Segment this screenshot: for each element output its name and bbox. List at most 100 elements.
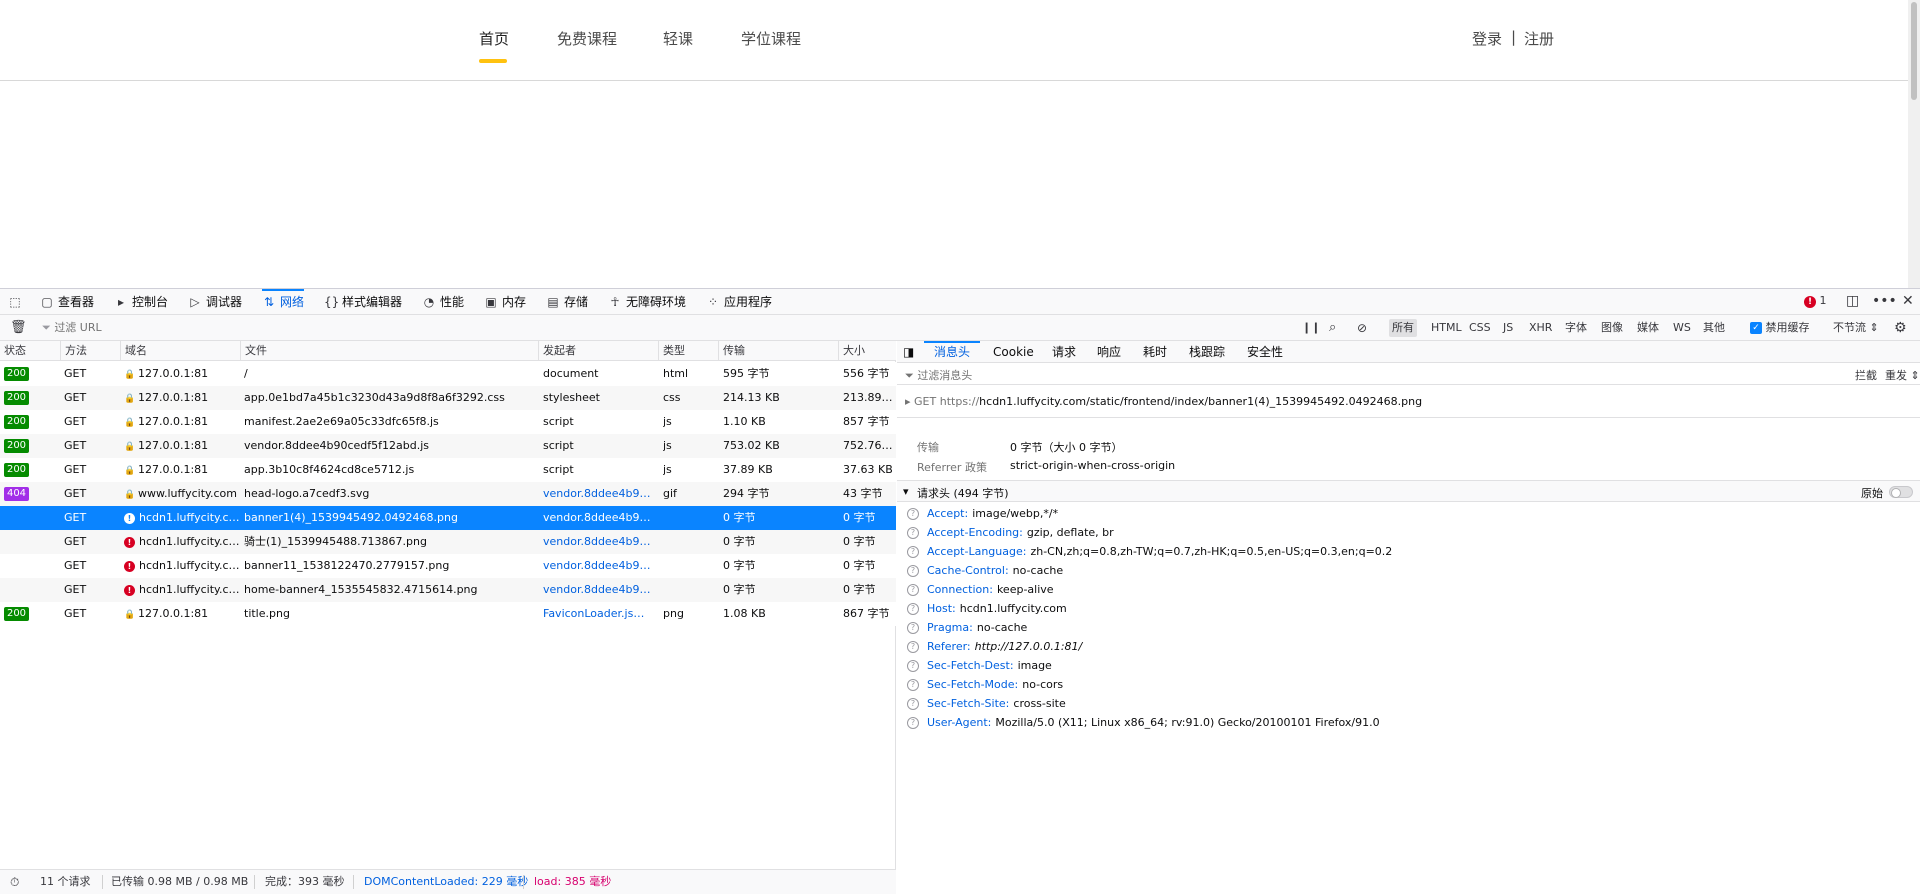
help-icon[interactable]: ? (907, 565, 919, 577)
element-picker-icon[interactable]: ⬚ (8, 289, 26, 315)
header-entry[interactable]: ? Sec-Fetch-Mode: no-cors (907, 678, 1063, 691)
help-icon[interactable]: ? (907, 660, 919, 672)
cell-initiator[interactable]: vendor.8ddee4b90cedf5f12abd.js (543, 530, 655, 554)
header-entry[interactable]: ? Accept: image/webp,*/* (907, 507, 1058, 520)
filter-other[interactable]: 其他 (1700, 319, 1728, 337)
request-row[interactable]: 404 GET 🔒 www.luffycity.com head-logo.a7cedf… (0, 482, 896, 506)
block-button[interactable]: 拦截 (1855, 367, 1877, 383)
header-entry[interactable]: ? Referer: http://127.0.0.1:81/ (907, 640, 1082, 653)
filter-css[interactable]: CSS (1466, 319, 1494, 337)
header-entry[interactable]: ? Connection: keep-alive (907, 583, 1054, 596)
cell-initiator[interactable]: document (543, 362, 655, 386)
login-link[interactable]: 登录 (1472, 28, 1502, 49)
tab-inspector[interactable]: ▢ 查看器 (40, 289, 94, 315)
tab-accessibility[interactable]: ☥ 无障碍环境 (608, 289, 687, 315)
nav-free-courses[interactable]: 免费课程 (557, 28, 617, 49)
col-initiator[interactable]: 发起者 (539, 341, 659, 361)
tab-timings[interactable]: 耗时 (1143, 341, 1167, 363)
cell-initiator[interactable]: vendor.8ddee4b90cedf5f12abd.js (543, 506, 655, 530)
request-row[interactable]: 200 GET 🔒 127.0.0.1:81 app.3b10c8f4624cd8ce5… (0, 458, 896, 482)
header-entry[interactable]: ? Host: hcdn1.luffycity.com (907, 602, 1067, 615)
help-icon[interactable]: ? (907, 679, 919, 691)
filter-html[interactable]: HTML (1428, 319, 1465, 337)
help-icon[interactable]: ? (907, 717, 919, 729)
request-row[interactable]: 200 GET 🔒 127.0.0.1:81 vendor.8ddee4b90cedf5… (0, 434, 896, 458)
block-icon[interactable]: ⊘ (1357, 315, 1367, 341)
request-row[interactable]: 200 GET 🔒 127.0.0.1:81 title.png FaviconLoade… (0, 602, 896, 626)
close-devtools-icon[interactable]: ✕ (1902, 293, 1914, 309)
tab-security[interactable]: 安全性 (1247, 341, 1283, 363)
toggle-sidebar-icon[interactable]: ◨ (903, 341, 914, 363)
stopwatch-icon[interactable]: ⏱ (10, 870, 19, 894)
request-row[interactable]: GET! hcdn1.luffycity.com banner1(4)_153994… (0, 506, 896, 530)
request-row[interactable]: GET! hcdn1.luffycity.com home-banner4_1535… (0, 578, 896, 602)
col-size[interactable]: 大小 (839, 341, 896, 361)
request-summary[interactable]: ▸ GET https://hcdn1.luffycity.com/static… (905, 395, 1422, 408)
tab-application[interactable]: ⁘ 应用程序 (706, 289, 772, 315)
error-counter[interactable]: ! 1 (1804, 294, 1827, 308)
header-entry[interactable]: ? Accept-Encoding: gzip, deflate, br (907, 526, 1114, 539)
filter-headers-input[interactable]: ⏷ 过滤消息头 (905, 367, 972, 383)
col-domain[interactable]: 域名 (121, 341, 241, 361)
filter-url-input[interactable]: ⏷ 过滤 URL (42, 315, 102, 341)
col-status[interactable]: 状态 (0, 341, 61, 361)
help-icon[interactable]: ? (907, 584, 919, 596)
search-icon[interactable]: ⌕ (1329, 315, 1336, 341)
tab-debugger[interactable]: ▷ 调试器 (188, 289, 242, 315)
cell-initiator[interactable]: vendor.8ddee4b90cedf5f12abd.js (543, 482, 655, 506)
request-row[interactable]: 200 GET 🔒 127.0.0.1:81 app.0e1bd7a45b1c3230d… (0, 386, 896, 410)
request-row[interactable]: GET! hcdn1.luffycity.com 骑士(1)_1539945488.… (0, 530, 896, 554)
tab-performance[interactable]: ◔ 性能 (422, 289, 464, 315)
tab-network[interactable]: ⇅ 网络 (262, 289, 305, 315)
request-row[interactable]: GET! hcdn1.luffycity.com banner11_15381224… (0, 554, 896, 578)
scrollbar-thumb[interactable] (1911, 2, 1917, 100)
tab-style-editor[interactable]: {} 样式编辑器 (324, 289, 402, 315)
raw-toggle[interactable] (1889, 486, 1913, 498)
dock-side-icon[interactable]: ◫ (1846, 293, 1859, 309)
filter-js[interactable]: JS (1500, 319, 1516, 337)
header-entry[interactable]: ? Sec-Fetch-Dest: image (907, 659, 1052, 672)
cell-initiator[interactable]: script (543, 434, 655, 458)
cell-initiator[interactable]: vendor.8ddee4b90cedf5f12abd.js (543, 578, 655, 602)
filter-images[interactable]: 图像 (1598, 319, 1626, 337)
nav-home[interactable]: 首页 (479, 28, 509, 49)
tab-request[interactable]: 请求 (1052, 341, 1076, 363)
header-entry[interactable]: ? Sec-Fetch-Site: cross-site (907, 697, 1066, 710)
tab-headers[interactable]: 消息头 (924, 341, 980, 363)
cell-initiator[interactable]: stylesheet (543, 386, 655, 410)
register-link[interactable]: 注册 (1524, 28, 1554, 49)
cell-initiator[interactable]: script (543, 410, 655, 434)
throttle-select[interactable]: 不节流 ⇕ (1833, 315, 1879, 341)
help-icon[interactable]: ? (907, 508, 919, 520)
col-method[interactable]: 方法 (61, 341, 121, 361)
nav-light-courses[interactable]: 轻课 (663, 28, 693, 49)
tab-stack-trace[interactable]: 栈跟踪 (1189, 341, 1225, 363)
request-row[interactable]: 200 GET 🔒 127.0.0.1:81 manifest.2ae2e69a05c3… (0, 410, 896, 434)
filter-xhr[interactable]: XHR (1526, 319, 1555, 337)
tab-cookies[interactable]: Cookie (993, 341, 1034, 363)
nav-degree-courses[interactable]: 学位课程 (741, 28, 801, 49)
col-type[interactable]: 类型 (659, 341, 719, 361)
tab-memory[interactable]: ▣ 内存 (484, 289, 526, 315)
cell-initiator[interactable]: FaviconLoader.jsm:191 (543, 602, 655, 626)
header-entry[interactable]: ? Cache-Control: no-cache (907, 564, 1063, 577)
col-file[interactable]: 文件 (241, 341, 539, 361)
tab-console[interactable]: ▸ 控制台 (114, 289, 168, 315)
more-options-icon[interactable]: ••• (1872, 293, 1897, 309)
filter-ws[interactable]: WS (1670, 319, 1694, 337)
page-scrollbar[interactable] (1908, 0, 1920, 288)
help-icon[interactable]: ? (907, 641, 919, 653)
tab-storage[interactable]: ▤ 存储 (546, 289, 588, 315)
help-icon[interactable]: ? (907, 698, 919, 710)
disable-cache-checkbox[interactable]: ✓ 禁用缓存 (1750, 315, 1810, 341)
cell-initiator[interactable]: vendor.8ddee4b90cedf5f12abd.js (543, 554, 655, 578)
help-icon[interactable]: ? (907, 603, 919, 615)
filter-fonts[interactable]: 字体 (1562, 319, 1590, 337)
cell-initiator[interactable]: script (543, 458, 655, 482)
col-transfer[interactable]: 传输 (719, 341, 839, 361)
request-row[interactable]: 200 GET 🔒 127.0.0.1:81 / document html 595 字节 55… (0, 362, 896, 386)
help-icon[interactable]: ? (907, 546, 919, 558)
filter-all[interactable]: 所有 (1389, 319, 1417, 337)
filter-media[interactable]: 媒体 (1634, 319, 1662, 337)
help-icon[interactable]: ? (907, 622, 919, 634)
